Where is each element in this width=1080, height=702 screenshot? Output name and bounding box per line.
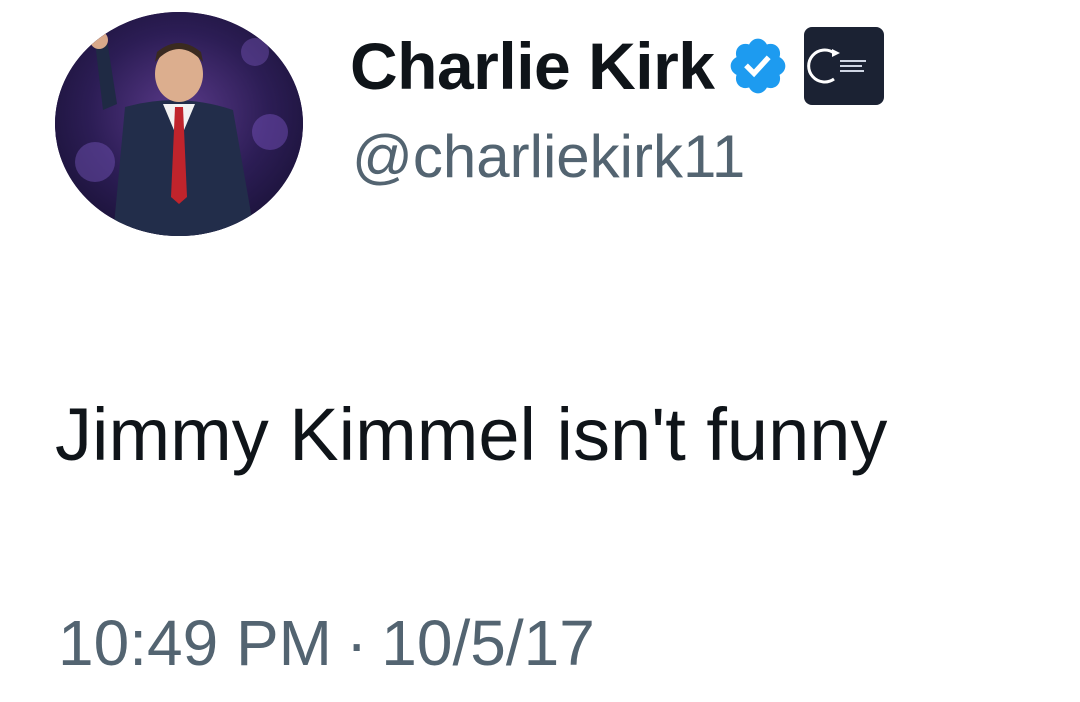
tweet-card: Charlie Kirk @charliekirk11 Jimmy Kimmel… bbox=[0, 0, 1080, 702]
author-handle[interactable]: @charliekirk11 bbox=[352, 122, 745, 191]
avatar[interactable] bbox=[55, 12, 303, 236]
author-name-row: Charlie Kirk bbox=[350, 26, 885, 106]
avatar-image bbox=[55, 12, 303, 236]
display-name[interactable]: Charlie Kirk bbox=[350, 28, 715, 104]
verified-badge-icon[interactable] bbox=[726, 34, 790, 98]
turning-point-usa-logo-icon bbox=[807, 48, 867, 84]
affiliate-badge[interactable] bbox=[804, 27, 885, 105]
tweet-text: Jimmy Kimmel isn't funny bbox=[55, 393, 888, 476]
meta-separator: · bbox=[345, 607, 368, 679]
tweet-time[interactable]: 10:49 PM bbox=[58, 607, 332, 679]
tweet-metadata: 10:49 PM · 10/5/17 bbox=[58, 606, 595, 680]
tweet-date[interactable]: 10/5/17 bbox=[381, 607, 595, 679]
